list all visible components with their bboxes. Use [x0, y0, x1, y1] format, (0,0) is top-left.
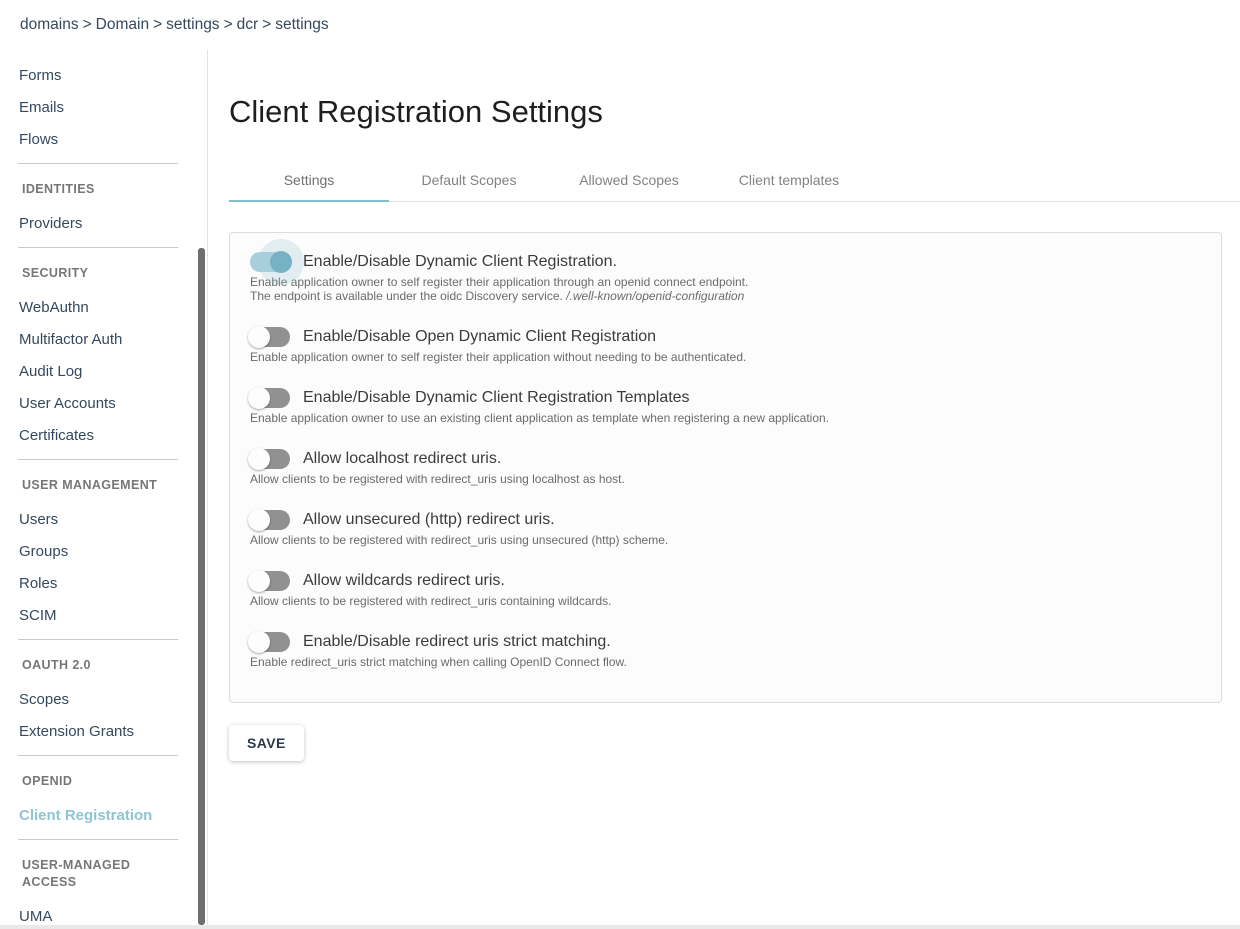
sidebar-divider: [18, 839, 178, 840]
setting-row: Allow unsecured (http) redirect uris. All…: [250, 509, 1201, 547]
setting-row: Enable/Disable Dynamic Client Registrati…: [250, 387, 1201, 425]
setting-row-head: Allow localhost redirect uris.: [250, 448, 1201, 469]
setting-label: Allow unsecured (http) redirect uris.: [303, 509, 555, 530]
setting-row-head: Allow unsecured (http) redirect uris.: [250, 509, 1201, 530]
sidebar-scrollbar-thumb[interactable]: [198, 248, 205, 925]
setting-row: Allow wildcards redirect uris. Allow clie…: [250, 570, 1201, 608]
setting-row: Allow localhost redirect uris. Allow clie…: [250, 448, 1201, 486]
sidebar-section-header-oauth-2-0: OAUTH 2.0: [0, 647, 207, 684]
tab-client-templates[interactable]: Client templates: [709, 158, 869, 201]
horizontal-scrollbar-track[interactable]: [0, 925, 1240, 929]
setting-row: Enable/Disable Dynamic Client Registrati…: [250, 251, 1201, 303]
sidebar-item-roles[interactable]: Roles: [0, 568, 207, 600]
setting-description: Enable application owner to self registe…: [250, 350, 1201, 364]
sidebar-item-webauthn[interactable]: WebAuthn: [0, 292, 207, 324]
sidebar-item-users[interactable]: Users: [0, 504, 207, 536]
toggle-allow-localhost-redirect-uris[interactable]: [250, 449, 290, 469]
sidebar-item-client-registration[interactable]: Client Registration: [0, 800, 207, 832]
setting-description: Allow clients to be registered with redi…: [250, 594, 1201, 608]
sidebar-divider: [18, 459, 178, 460]
setting-description: Enable application owner to self registe…: [250, 275, 1201, 289]
setting-row-head: Enable/Disable Open Dynamic Client Regis…: [250, 326, 1201, 347]
breadcrumb-item-settings[interactable]: settings: [275, 16, 328, 33]
sidebar-item-scim[interactable]: SCIM: [0, 600, 207, 632]
sidebar-item-certificates[interactable]: Certificates: [0, 420, 207, 452]
sidebar-section-header-openid: OPENID: [0, 763, 207, 800]
sidebar-divider: [18, 639, 178, 640]
breadcrumb: domains>Domain>settings>dcr>settings: [20, 16, 1240, 34]
sidebar-item-emails[interactable]: Emails: [0, 92, 207, 124]
breadcrumb-item-settings[interactable]: settings: [166, 16, 219, 33]
tab-bar: SettingsDefault ScopesAllowed ScopesClie…: [229, 158, 1240, 202]
sidebar-item-groups[interactable]: Groups: [0, 536, 207, 568]
setting-description: Enable redirect_uris strict matching whe…: [250, 655, 1201, 669]
setting-row-head: Enable/Disable Dynamic Client Registrati…: [250, 251, 1201, 272]
setting-description: Enable application owner to use an exist…: [250, 411, 1201, 425]
sidebar-item-user-accounts[interactable]: User Accounts: [0, 388, 207, 420]
sidebar-item-scopes[interactable]: Scopes: [0, 684, 207, 716]
page-title: Client Registration Settings: [229, 94, 1222, 130]
sidebar-divider: [18, 755, 178, 756]
sidebar-section-header-user-managed-access: USER-MANAGED ACCESS: [0, 847, 207, 901]
sidebar-divider: [18, 247, 178, 248]
breadcrumb-item-domains[interactable]: domains: [20, 16, 79, 33]
setting-row: Enable/Disable redirect uris strict matc…: [250, 631, 1201, 669]
toggle-enable-disable-dynamic-client-registration[interactable]: [250, 252, 290, 272]
setting-description: Allow clients to be registered with redi…: [250, 472, 1201, 486]
breadcrumb-separator: >: [220, 16, 237, 33]
top-bar: domains>Domain>settings>dcr>settings: [0, 0, 1240, 50]
setting-row: Enable/Disable Open Dynamic Client Regis…: [250, 326, 1201, 364]
toggle-thumb: [270, 251, 292, 273]
main-content: Client Registration Settings SettingsDef…: [208, 50, 1240, 929]
setting-row-head: Allow wildcards redirect uris.: [250, 570, 1201, 591]
setting-label: Enable/Disable redirect uris strict matc…: [303, 631, 611, 652]
toggle-allow-wildcards-redirect-uris[interactable]: [250, 571, 290, 591]
tab-allowed-scopes[interactable]: Allowed Scopes: [549, 158, 709, 201]
sidebar-section-header-user-management: USER MANAGEMENT: [0, 467, 207, 504]
sidebar-item-flows[interactable]: Flows: [0, 124, 207, 156]
sidebar-item-multifactor-auth[interactable]: Multifactor Auth: [0, 324, 207, 356]
toggle-thumb: [248, 448, 270, 470]
tab-default-scopes[interactable]: Default Scopes: [389, 158, 549, 201]
breadcrumb-item-dcr[interactable]: dcr: [237, 16, 259, 33]
breadcrumb-separator: >: [79, 16, 96, 33]
toggle-thumb: [248, 570, 270, 592]
toggle-enable-disable-redirect-uris-strict-matching[interactable]: [250, 632, 290, 652]
setting-label: Allow localhost redirect uris.: [303, 448, 501, 469]
toggle-thumb: [248, 631, 270, 653]
settings-card: Enable/Disable Dynamic Client Registrati…: [229, 232, 1222, 703]
setting-description: The endpoint is available under the oidc…: [250, 289, 1201, 303]
toggle-enable-disable-open-dynamic-client-registration[interactable]: [250, 327, 290, 347]
tab-settings[interactable]: Settings: [229, 158, 389, 201]
setting-row-head: Enable/Disable redirect uris strict matc…: [250, 631, 1201, 652]
sidebar-item-forms[interactable]: Forms: [0, 60, 207, 92]
toggle-allow-unsecured-http-redirect-uris[interactable]: [250, 510, 290, 530]
breadcrumb-separator: >: [258, 16, 275, 33]
save-button[interactable]: SAVE: [229, 725, 304, 761]
sidebar-item-audit-log[interactable]: Audit Log: [0, 356, 207, 388]
toggle-enable-disable-dynamic-client-registration-templates[interactable]: [250, 388, 290, 408]
toggle-thumb: [248, 326, 270, 348]
sidebar: FormsEmailsFlows IDENTITIESProviders SECUR…: [0, 50, 208, 929]
setting-label: Enable/Disable Dynamic Client Registrati…: [303, 251, 617, 272]
sidebar-divider: [18, 163, 178, 164]
toggle-thumb: [248, 509, 270, 531]
setting-row-head: Enable/Disable Dynamic Client Registrati…: [250, 387, 1201, 408]
setting-label: Enable/Disable Dynamic Client Registrati…: [303, 387, 690, 408]
setting-label: Allow wildcards redirect uris.: [303, 570, 505, 591]
sidebar-section-header-identities: IDENTITIES: [0, 171, 207, 208]
setting-description: Allow clients to be registered with redi…: [250, 533, 1201, 547]
breadcrumb-separator: >: [149, 16, 166, 33]
sidebar-item-extension-grants[interactable]: Extension Grants: [0, 716, 207, 748]
setting-label: Enable/Disable Open Dynamic Client Regis…: [303, 326, 656, 347]
toggle-thumb: [248, 387, 270, 409]
sidebar-nav: FormsEmailsFlows IDENTITIESProviders SECUR…: [0, 50, 207, 929]
sidebar-item-providers[interactable]: Providers: [0, 208, 207, 240]
breadcrumb-item-domain[interactable]: Domain: [96, 16, 149, 33]
sidebar-section-header-security: SECURITY: [0, 255, 207, 292]
